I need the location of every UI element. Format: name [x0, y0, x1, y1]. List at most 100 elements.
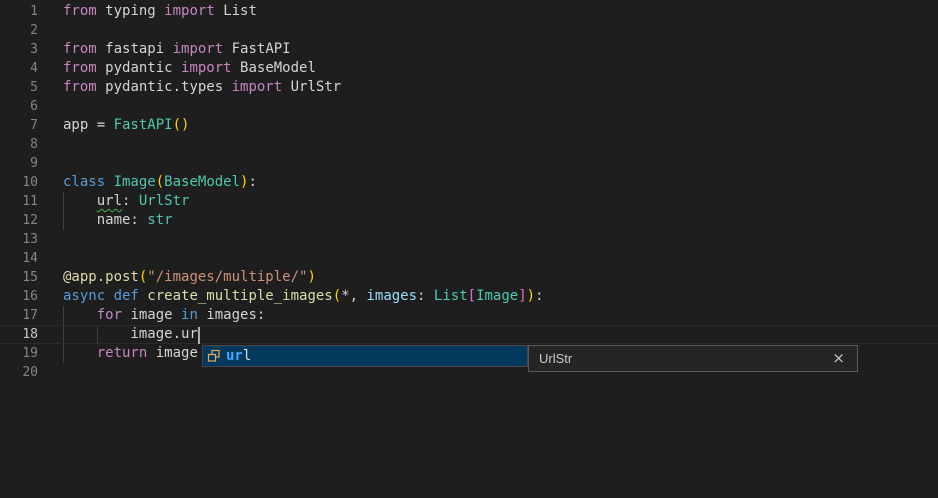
code-line[interactable]: 6: [0, 97, 938, 116]
line-number[interactable]: 1: [0, 2, 38, 21]
token-br1: (: [156, 174, 164, 190]
token-plain: images:: [206, 307, 265, 323]
suggestion-item-url[interactable]: url: [203, 346, 527, 366]
code-line[interactable]: 9: [0, 154, 938, 173]
editor-lines: 1from typing import List23from fastapi i…: [0, 2, 938, 382]
code-text: app = FastAPI(): [38, 116, 189, 135]
line-number[interactable]: 9: [0, 154, 38, 173]
suggest-widget: url: [202, 345, 528, 367]
code-text: [38, 230, 63, 249]
code-text: from typing import List: [38, 2, 257, 21]
line-number[interactable]: 5: [0, 78, 38, 97]
line-number[interactable]: 16: [0, 287, 38, 306]
indent-guide: [63, 192, 64, 211]
token-br1: ): [181, 117, 189, 133]
token-kw2: import: [164, 3, 223, 19]
code-editor: 1from typing import List23from fastapi i…: [0, 0, 938, 498]
code-line[interactable]: 5from pydantic.types import UrlStr: [0, 78, 938, 97]
line-number[interactable]: 11: [0, 192, 38, 211]
line-number[interactable]: 20: [0, 363, 38, 382]
token-br1: (: [173, 117, 181, 133]
indent-guide: [97, 326, 98, 343]
token-plain: image: [156, 345, 198, 361]
token-kw2: import: [232, 79, 291, 95]
code-line[interactable]: 4from pydantic import BaseModel: [0, 59, 938, 78]
line-number[interactable]: 6: [0, 97, 38, 116]
token-br1: ): [527, 288, 535, 304]
code-text: class Image(BaseModel):: [38, 173, 257, 192]
line-number[interactable]: 10: [0, 173, 38, 192]
code-text: [38, 21, 63, 40]
code-text: for image in images:: [38, 306, 265, 325]
code-text: async def create_multiple_images(*, imag…: [38, 287, 544, 306]
token-br1: ): [307, 269, 315, 285]
token-plain: *,: [341, 288, 366, 304]
line-number[interactable]: 2: [0, 21, 38, 40]
line-number[interactable]: 8: [0, 135, 38, 154]
code-line[interactable]: 17 for image in images:: [0, 306, 938, 325]
code-text: @app.post("/images/multiple/"): [38, 268, 316, 287]
token-type: List: [434, 288, 468, 304]
code-line[interactable]: 12 name: str: [0, 211, 938, 230]
code-text: url: UrlStr: [38, 192, 189, 211]
token-kw2: from: [63, 60, 105, 76]
code-text: from pydantic import BaseModel: [38, 59, 316, 78]
token-fn: create_multiple_images: [147, 288, 332, 304]
code-line[interactable]: 7app = FastAPI(): [0, 116, 938, 135]
token-plain: FastAPI: [232, 41, 291, 57]
token-kw1: class: [63, 174, 114, 190]
code-line[interactable]: 2: [0, 21, 938, 40]
suggestion-match-text: ur: [226, 348, 243, 364]
line-number[interactable]: 4: [0, 59, 38, 78]
token-br2: [: [468, 288, 476, 304]
code-line[interactable]: 18 image.ur: [0, 325, 938, 344]
token-br1: (: [333, 288, 341, 304]
token-kw2: import: [173, 41, 232, 57]
code-text: return image: [38, 344, 198, 363]
line-number[interactable]: 14: [0, 249, 38, 268]
token-plain: [63, 307, 97, 323]
token-param: images: [366, 288, 417, 304]
code-text: from fastapi import FastAPI: [38, 40, 291, 59]
code-line[interactable]: 10class Image(BaseModel):: [0, 173, 938, 192]
token-plain: :: [248, 174, 256, 190]
code-line[interactable]: 16async def create_multiple_images(*, im…: [0, 287, 938, 306]
token-kw2: return: [97, 345, 156, 361]
code-text: [38, 363, 63, 382]
token-kw1: def: [114, 288, 148, 304]
code-line[interactable]: 8: [0, 135, 938, 154]
code-line[interactable]: 14: [0, 249, 938, 268]
line-number[interactable]: 15: [0, 268, 38, 287]
text-cursor: [198, 327, 200, 344]
code-line[interactable]: 3from fastapi import FastAPI: [0, 40, 938, 59]
code-line[interactable]: 11 url: UrlStr: [0, 192, 938, 211]
token-type: UrlStr: [139, 193, 190, 209]
code-line[interactable]: 1from typing import List: [0, 2, 938, 21]
line-number[interactable]: 18: [0, 326, 38, 343]
token-warn: url: [97, 193, 122, 209]
close-icon[interactable]: ×: [830, 351, 847, 366]
code-text: name: str: [38, 211, 173, 230]
code-text: [38, 154, 63, 173]
line-number[interactable]: 7: [0, 116, 38, 135]
token-plain: pydantic.types: [105, 79, 231, 95]
token-type: Image: [476, 288, 518, 304]
line-number[interactable]: 3: [0, 40, 38, 59]
token-fn: @app.post: [63, 269, 139, 285]
token-plain: fastapi: [105, 41, 172, 57]
code-text: [38, 135, 63, 154]
line-number[interactable]: 12: [0, 211, 38, 230]
token-plain: BaseModel: [240, 60, 316, 76]
token-kw2: from: [63, 41, 105, 57]
token-kw1: async: [63, 288, 114, 304]
token-plain: [63, 193, 97, 209]
code-line[interactable]: 13: [0, 230, 938, 249]
line-number[interactable]: 17: [0, 306, 38, 325]
token-plain: image: [130, 307, 181, 323]
code-line[interactable]: 15@app.post("/images/multiple/"): [0, 268, 938, 287]
line-number[interactable]: 13: [0, 230, 38, 249]
code-text: [38, 97, 63, 116]
token-plain: app =: [63, 117, 114, 133]
line-number[interactable]: 19: [0, 344, 38, 363]
suggestion-doc-panel: UrlStr ×: [528, 345, 858, 372]
